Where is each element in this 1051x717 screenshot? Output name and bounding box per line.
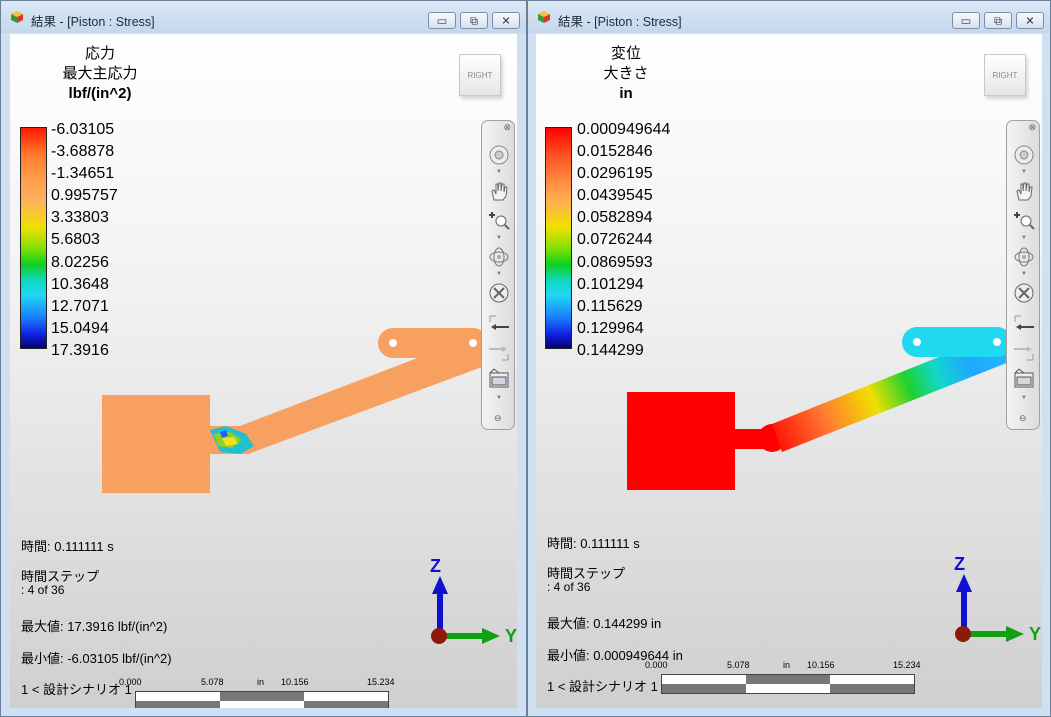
orbit-icon[interactable] [1012, 245, 1036, 269]
design-scenario-label: 1 < 設計シナリオ 1 [547, 679, 658, 694]
results-window-stress: 結果 - [Piston : Stress] ▭ ⧉ ✕ 応力 最大主応力 lb… [0, 0, 527, 717]
navigation-bar: ⊗ ▼ ▼ ▼ ▼ ⊖ [481, 120, 515, 430]
scale-unit: in [783, 660, 791, 670]
navbar-close-icon[interactable]: ⊗ [503, 122, 511, 133]
close-button[interactable]: ✕ [1016, 12, 1044, 29]
info-time: 時間: 0.111111 s [547, 536, 640, 551]
window-title: 結果 - [Piston : Stress] [31, 15, 155, 29]
axis-z-label: Z [954, 554, 965, 574]
restore-icon: ⧉ [994, 14, 1002, 27]
scale-unit: in [257, 677, 265, 687]
scale-label: 5.078 [201, 677, 224, 687]
info-time: 時間: 0.111111 s [21, 539, 114, 554]
next-view-icon[interactable] [487, 339, 511, 363]
next-view-icon[interactable] [1012, 339, 1036, 363]
title-bar[interactable]: 結果 - [Piston : Stress] ▭ ⧉ ✕ [1, 1, 526, 33]
restore-button[interactable]: ⧉ [460, 12, 488, 29]
chevron-down-icon[interactable]: ▼ [1020, 271, 1028, 277]
restore-icon: ⧉ [470, 14, 478, 27]
scale-label: 0.000 [645, 660, 668, 670]
axis-triad: Z Y [944, 552, 1042, 652]
look-at-icon[interactable] [487, 313, 511, 337]
center-icon[interactable] [487, 281, 511, 305]
zoom-icon[interactable] [487, 209, 511, 233]
scale-label: 5.078 [727, 660, 750, 670]
chevron-down-icon[interactable]: ▼ [1020, 169, 1028, 175]
window-title: 結果 - [Piston : Stress] [558, 15, 682, 29]
axis-z-label: Z [430, 556, 441, 576]
design-scenario-label: 1 < 設計シナリオ 1 [21, 682, 132, 697]
minimize-button[interactable]: ▭ [952, 12, 980, 29]
scale-bar: 0.000 5.078 in 10.156 15.234 [645, 660, 921, 694]
close-button[interactable]: ✕ [492, 12, 520, 29]
scale-label: 15.234 [893, 660, 921, 670]
orbit-icon[interactable] [487, 245, 511, 269]
look-at-icon[interactable] [1012, 313, 1036, 337]
app-cube-icon [11, 11, 23, 23]
steering-wheel-icon[interactable] [487, 143, 511, 167]
scale-label: 10.156 [281, 677, 309, 687]
center-icon[interactable] [1012, 281, 1036, 305]
steering-wheel-icon[interactable] [1012, 143, 1036, 167]
navbar-minimize-icon[interactable]: ⊖ [1019, 413, 1036, 424]
graphics-viewport[interactable]: 変位 大きさ in 0.000949644 0.0152846 0.029619… [536, 34, 1042, 708]
scale-label: 15.234 [367, 677, 395, 687]
chevron-down-icon[interactable]: ▼ [495, 235, 503, 241]
scale-label: 0.000 [119, 677, 142, 687]
scale-bar: 0.000 5.078 in 10.156 15.234 [119, 677, 395, 708]
view-settings-icon[interactable] [1012, 367, 1036, 391]
close-icon: ✕ [501, 14, 511, 27]
app-cube-icon [538, 11, 550, 23]
axis-y-label: Y [1029, 624, 1042, 644]
navigation-bar: ⊗ ▼ ▼ ▼ ▼ ⊖ [1006, 120, 1040, 430]
minimize-button[interactable]: ▭ [428, 12, 456, 29]
info-timestep-value: : 4 of 36 [547, 580, 591, 594]
info-min: 最小値: -6.03105 lbf/(in^2) [21, 651, 172, 666]
info-max: 最大値: 17.3916 lbf/(in^2) [21, 619, 168, 634]
axis-y-label: Y [505, 626, 517, 646]
pan-hand-icon[interactable] [487, 179, 511, 203]
restore-button[interactable]: ⧉ [984, 12, 1012, 29]
graphics-viewport[interactable]: 応力 最大主応力 lbf/(in^2) -6.03105 -3.68878 -1… [10, 34, 517, 708]
navbar-minimize-icon[interactable]: ⊖ [494, 413, 511, 424]
zoom-icon[interactable] [1012, 209, 1036, 233]
chevron-down-icon[interactable]: ▼ [495, 395, 503, 401]
chevron-down-icon[interactable]: ▼ [1020, 235, 1028, 241]
minimize-icon: ▭ [436, 14, 448, 27]
title-bar[interactable]: 結果 - [Piston : Stress] ▭ ⧉ ✕ [528, 1, 1050, 33]
navbar-close-icon[interactable]: ⊗ [1028, 122, 1036, 133]
results-window-displacement: 結果 - [Piston : Stress] ▭ ⧉ ✕ 変位 大きさ in 0… [527, 0, 1051, 717]
axis-triad: Z Y [420, 554, 517, 654]
chevron-down-icon[interactable]: ▼ [495, 271, 503, 277]
close-icon: ✕ [1025, 14, 1035, 27]
chevron-down-icon[interactable]: ▼ [495, 169, 503, 175]
info-max: 最大値: 0.144299 in [547, 616, 662, 631]
info-timestep-value: : 4 of 36 [21, 583, 65, 597]
scale-label: 10.156 [807, 660, 835, 670]
pan-hand-icon[interactable] [1012, 179, 1036, 203]
view-settings-icon[interactable] [487, 367, 511, 391]
chevron-down-icon[interactable]: ▼ [1020, 395, 1028, 401]
minimize-icon: ▭ [960, 14, 972, 27]
